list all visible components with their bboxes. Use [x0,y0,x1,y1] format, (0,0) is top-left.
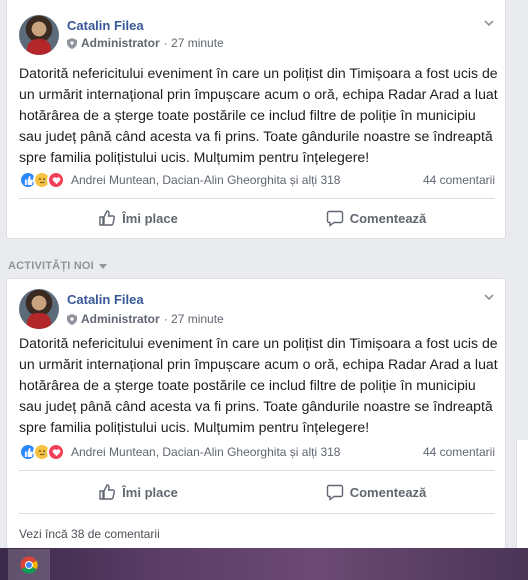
section-label: ACTIVITĂȚI NOI [8,260,94,272]
chevron-down-icon[interactable] [483,17,495,29]
post-card: Catalin Filea Administrator · 27 minute … [6,278,506,548]
chrome-taskbar-button[interactable] [8,549,50,580]
post-text: Datorită nefericitului eveniment în care… [19,65,498,165]
chrome-icon [20,556,38,574]
comment-button[interactable]: Comentează [257,201,495,235]
shield-icon [67,37,77,49]
comment-button[interactable]: Comentează [257,475,495,509]
like-button[interactable]: Îmi place [19,475,257,509]
comment-label: Comentează [349,484,427,500]
comment-count[interactable]: 44 comentarii [423,173,495,187]
divider [19,198,495,199]
reactors-names[interactable]: Andrei Muntean, Dacian-Alin Gheorghita ș… [71,173,340,187]
right-column-gap [514,0,528,440]
right-column-card [516,440,528,548]
like-button[interactable]: Îmi place [19,201,257,235]
author-name[interactable]: Catalin Filea [67,292,144,307]
comment-count[interactable]: 44 comentarii [423,445,495,459]
admin-role: Administrator [81,312,160,326]
comment-label: Comentează [349,210,427,226]
post-header: Catalin Filea Administrator · 27 minute [7,0,505,59]
like-label: Îmi place [122,210,178,226]
new-activity-toggle[interactable]: ACTIVITĂȚI NOI [8,260,107,272]
post-time[interactable]: · 27 minute [164,36,224,50]
admin-role: Administrator [81,36,160,50]
thumbs-up-icon [99,484,116,500]
avatar[interactable] [19,289,59,329]
comment-icon [326,210,343,227]
post-actions: Îmi place Comentează [19,475,495,509]
post-time[interactable]: · 27 minute [164,312,224,326]
author-name[interactable]: Catalin Filea [67,18,144,33]
view-more-comments-link[interactable]: Vezi încă 38 de comentarii [19,527,160,541]
love-reaction-icon [47,171,65,189]
avatar[interactable] [19,15,59,55]
like-label: Îmi place [122,484,178,500]
reactions-bar[interactable]: Andrei Muntean, Dacian-Alin Gheorghita ș… [19,170,495,190]
comment-icon [326,484,343,501]
thumbs-up-icon [99,210,116,226]
chevron-down-icon[interactable] [483,291,495,303]
reactions-bar[interactable]: Andrei Muntean, Dacian-Alin Gheorghita ș… [19,442,495,462]
post-text: Datorită nefericitului eveniment în care… [19,335,498,435]
post-meta: Administrator · 27 minute [67,36,224,50]
shield-icon [67,313,77,325]
divider [19,470,495,471]
taskbar [0,548,528,580]
post-header: Catalin Filea Administrator · 27 minute [7,279,505,329]
divider [19,513,495,514]
reactors-names[interactable]: Andrei Muntean, Dacian-Alin Gheorghita ș… [71,445,340,459]
post-card: Catalin Filea Administrator · 27 minute … [6,0,506,239]
post-meta: Administrator · 27 minute [67,312,224,326]
caret-down-icon [98,263,107,269]
love-reaction-icon [47,443,65,461]
post-actions: Îmi place Comentează [19,201,495,235]
